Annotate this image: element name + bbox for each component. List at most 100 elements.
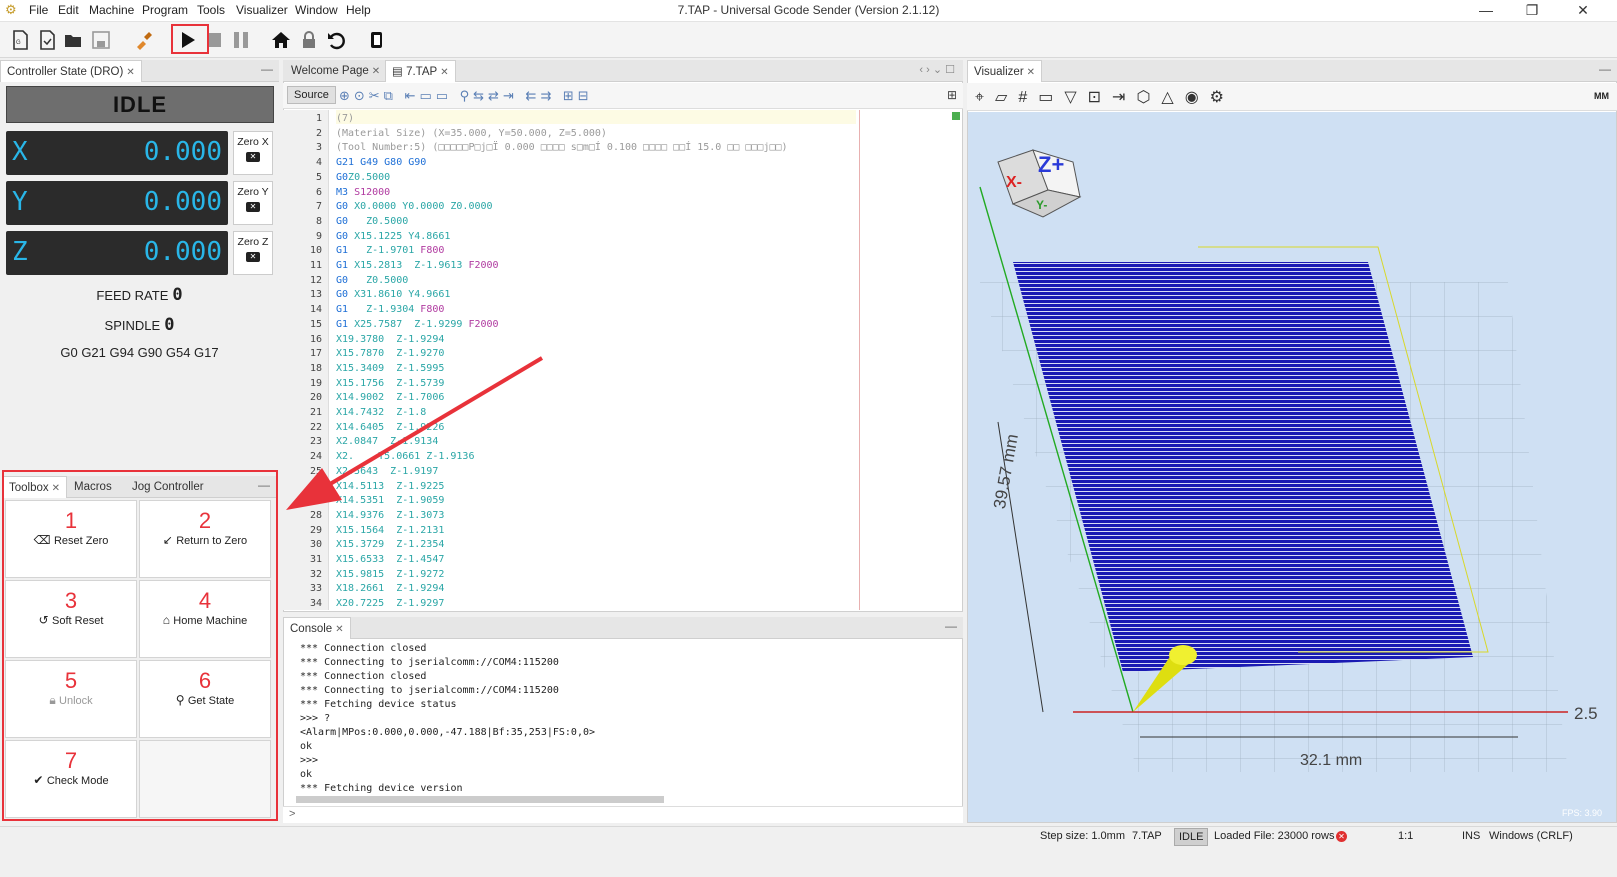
code-line[interactable]: G1 Z-1.9304 F800 [336, 304, 444, 315]
play-button[interactable] [174, 27, 200, 53]
code-line[interactable]: G1 X15.2813 Z-1.9613 F2000 [336, 260, 499, 271]
code-line[interactable]: G0 X15.1225 Y4.8661 [336, 231, 450, 242]
axis-y-value: 0.000 [143, 187, 222, 217]
tab-jog-controller[interactable]: Jog Controller [126, 476, 210, 498]
console-scrollbar[interactable] [296, 796, 664, 803]
close-icon[interactable]: ✕ [335, 624, 343, 635]
close-icon[interactable]: ✕ [126, 67, 134, 78]
get-state-button[interactable]: 6 ⚲ Get State [139, 660, 271, 738]
minimize-panel-icon[interactable]: — [261, 62, 273, 76]
code-line[interactable]: M3 S12000 [336, 187, 390, 198]
menu-help[interactable]: Help [346, 3, 371, 17]
editor-tool-icons[interactable]: ⊕⊙✂⧉ ⇤▭▭ ⚲⇆⇄⇥ ⇇⇉ ⊞⊟ [339, 88, 593, 104]
tab-dro[interactable]: Controller State (DRO) ✕ [0, 60, 142, 82]
eraser-icon: ✕ [246, 202, 260, 212]
close-icon[interactable]: ✕ [440, 67, 448, 78]
probe-toolbar-button[interactable] [363, 27, 389, 53]
connect-button[interactable] [131, 27, 157, 53]
code-token: Z0.5000 [366, 274, 409, 286]
code-line[interactable]: X15.6533 Z-1.4547 [336, 554, 444, 565]
code-line[interactable]: X20.7225 Z-1.9297 [336, 598, 444, 609]
units-label: MM [1594, 91, 1609, 101]
soft-reset-button[interactable]: 3 ↺ Soft Reset [5, 580, 137, 658]
menu-edit[interactable]: Edit [58, 3, 79, 17]
toolbox-tabbar: Toolbox ✕ Macros Jog Controller — [2, 476, 276, 498]
visualizer-tool-icons[interactable]: ⌖▱#▭▽⊡⇥⬡△◉⚙ [975, 87, 1235, 107]
close-icon[interactable]: ✕ [52, 483, 60, 494]
code-line[interactable]: (Material Size) (X=35.000, Y=50.000, Z=5… [336, 128, 607, 139]
minimize-button[interactable]: — [1463, 0, 1509, 22]
minimize-panel-icon[interactable]: — [945, 619, 957, 633]
pause-icon [234, 32, 248, 48]
tab-macros[interactable]: Macros [68, 476, 118, 498]
close-window-button[interactable]: ✕ [1560, 0, 1606, 22]
reset-zero-button[interactable]: 1 ⌫ Reset Zero [5, 500, 137, 578]
close-icon[interactable]: ✕ [372, 66, 380, 77]
soft-reset-toolbar-button[interactable] [323, 27, 349, 53]
home-toolbar-button[interactable] [268, 27, 294, 53]
menu-file[interactable]: File [29, 3, 48, 17]
cancel-load-icon[interactable]: ✕ [1336, 831, 1347, 842]
minimize-panel-icon[interactable]: — [258, 478, 270, 492]
menu-program[interactable]: Program [142, 3, 188, 17]
open-button[interactable] [61, 27, 87, 53]
new-file-icon: G [13, 30, 28, 50]
code-line[interactable]: (7) [336, 113, 354, 124]
new-gcode-button[interactable] [34, 27, 60, 53]
code-line[interactable]: G1 X25.7587 Z-1.9299 F2000 [336, 319, 499, 330]
zero-y-button[interactable]: Zero Y ✕ [233, 181, 273, 225]
check-icon: ✔ [33, 773, 44, 787]
code-line[interactable]: X15.3729 Z-1.2354 [336, 539, 444, 550]
file-icon: ▤ [392, 66, 403, 78]
code-line[interactable]: X18.2661 Z-1.9294 [336, 583, 444, 594]
unlock-button[interactable]: 5 🔒︎ Unlock [5, 660, 137, 738]
new-file-button[interactable]: G [7, 27, 33, 53]
visualizer-canvas[interactable]: X- Z+ Y- 39.57 mm 32.1 mm 2.5 FPS: 3.90 [968, 112, 1616, 822]
close-icon[interactable]: ✕ [1027, 67, 1035, 78]
code-line[interactable]: G21 G49 G80 G90 [336, 157, 426, 168]
home-icon [272, 32, 290, 48]
code-token: G0 [336, 289, 355, 301]
line-number: 5 [315, 171, 322, 183]
source-button[interactable]: Source [287, 86, 336, 104]
code-line[interactable]: G1 Z-1.9701 F800 [336, 245, 444, 256]
unlock-toolbar-button[interactable] [296, 27, 322, 53]
code-line[interactable]: X15.1564 Z-1.2131 [336, 525, 444, 536]
minimize-panel-icon[interactable]: — [1599, 62, 1611, 76]
tab-visualizer[interactable]: Visualizer ✕ [967, 60, 1043, 82]
code-line[interactable]: G0 X0.0000 Y0.0000 Z0.0000 [336, 201, 493, 212]
visualizer-toolbar: ⌖▱#▭▽⊡⇥⬡△◉⚙ MM [967, 83, 1617, 111]
menu-machine[interactable]: Machine [89, 3, 134, 17]
menu-visualizer[interactable]: Visualizer [236, 3, 288, 17]
code-line[interactable]: X15.9815 Z-1.9272 [336, 569, 444, 580]
zero-y-label: Zero Y [237, 186, 269, 198]
tab-nav-icons[interactable]: ‹ › ⌄ ☐ [919, 63, 955, 76]
menu-window[interactable]: Window [295, 3, 338, 17]
console-input[interactable]: > [283, 806, 963, 823]
pause-button[interactable] [228, 27, 254, 53]
tab-welcome-page[interactable]: Welcome Page ✕ [285, 60, 386, 82]
menu-tools[interactable]: Tools [197, 3, 225, 17]
stop-button[interactable] [201, 27, 227, 53]
code-line[interactable]: G0Z0.5000 [336, 172, 390, 183]
home-machine-label: Home Machine [173, 615, 248, 627]
check-mode-button[interactable]: 7 ✔ Check Mode [5, 740, 137, 818]
tab-toolbox[interactable]: Toolbox ✕ [2, 476, 68, 498]
code-line[interactable]: X19.3780 Z-1.9294 [336, 334, 444, 345]
expand-icon[interactable]: ⊞ [947, 88, 957, 102]
save-button[interactable] [88, 27, 114, 53]
zero-z-button[interactable]: Zero Z ✕ [233, 231, 273, 275]
zero-x-button[interactable]: Zero X ✕ [233, 131, 273, 175]
tab-7tap[interactable]: ▤ 7.TAP ✕ [385, 60, 456, 82]
return-to-zero-button[interactable]: 2 ↙ Return to Zero [139, 500, 271, 578]
folder-open-icon [65, 35, 81, 47]
code-line[interactable]: G0 Z0.5000 [336, 216, 408, 227]
home-machine-button[interactable]: 4 ⌂ Home Machine [139, 580, 271, 658]
code-line[interactable]: G0 X31.8610 Y4.9661 [336, 289, 450, 300]
code-line[interactable]: (Tool Number:5) (□□□□□P□j□Ï 0.000 □□□□ s… [336, 142, 788, 153]
console-line: <Alarm|MPos:0.000,0.000,-47.188|Bf:35,25… [300, 727, 596, 738]
code-line[interactable]: G0 Z0.5000 [336, 275, 408, 286]
restore-button[interactable]: ❐ [1509, 0, 1555, 22]
search-icon: ⚲ [175, 693, 185, 707]
tab-console[interactable]: Console ✕ [283, 617, 351, 639]
